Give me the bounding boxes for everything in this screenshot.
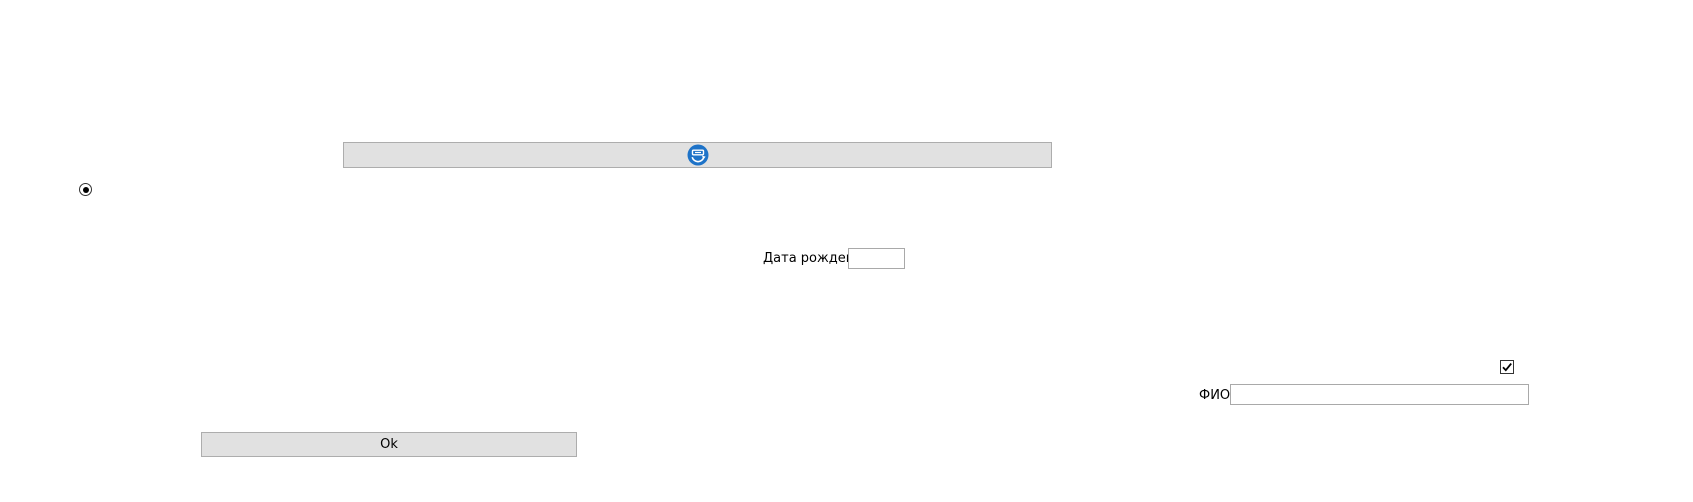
checkmark-icon xyxy=(1502,363,1512,372)
option-checkbox[interactable] xyxy=(1500,360,1514,374)
full-name-input[interactable] xyxy=(1230,384,1529,405)
ok-button-label: Ok xyxy=(380,437,398,452)
birth-date-input[interactable] xyxy=(848,248,905,269)
radio-selected-dot xyxy=(82,186,89,193)
full-name-label: ФИО xyxy=(1199,388,1231,403)
birth-date-label: Дата рождения xyxy=(763,251,871,266)
refresh-badge-icon xyxy=(687,144,708,166)
ok-button[interactable]: Ok xyxy=(201,432,577,457)
option-radio[interactable] xyxy=(79,183,92,196)
refresh-button[interactable] xyxy=(343,142,1052,168)
